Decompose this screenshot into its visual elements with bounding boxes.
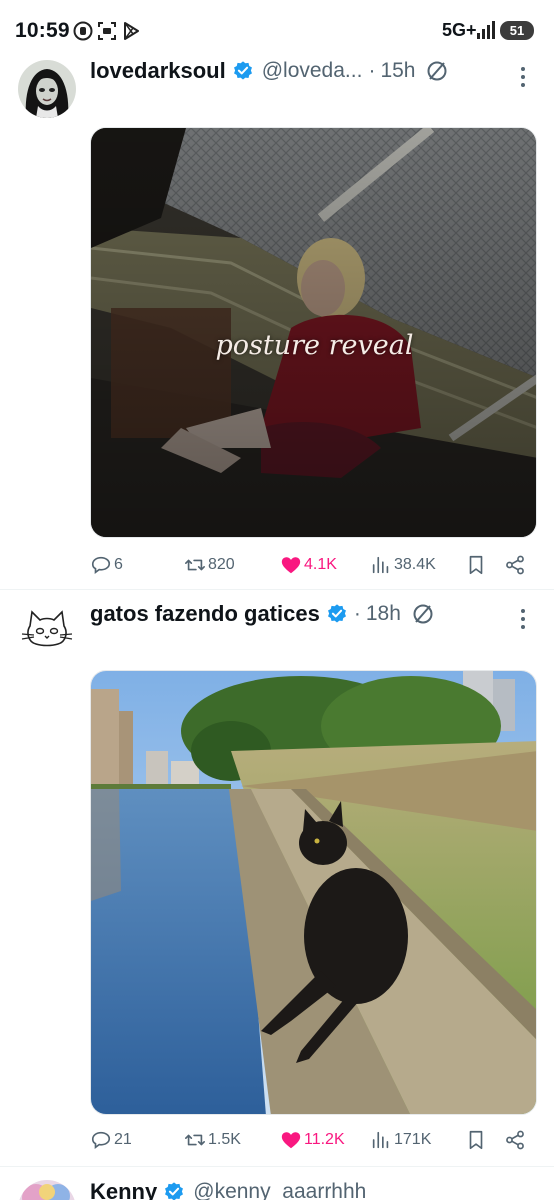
bookmark-icon (469, 555, 483, 575)
views-icon (372, 1131, 389, 1149)
author-handle[interactable]: @kenny_aaarrhhh (193, 1180, 366, 1200)
verified-badge-icon (233, 61, 252, 80)
heart-filled-icon (281, 557, 301, 574)
signal-icon (477, 21, 495, 39)
views-button[interactable]: 171K (370, 1126, 431, 1154)
tweet-time[interactable]: 18h (366, 602, 401, 626)
views-button[interactable]: 38.4K (370, 551, 436, 579)
heart-filled-icon (281, 1132, 301, 1149)
tweet-actions: 21 1.5K 11.2K 171K (90, 1126, 537, 1154)
author-name[interactable]: lovedarksoul (90, 58, 226, 84)
verified-badge-icon (327, 604, 346, 623)
avatar[interactable] (18, 60, 76, 118)
tweet-header: Kenny @kenny_aaarrhhh (90, 1176, 366, 1200)
more-options-icon[interactable] (517, 606, 529, 632)
status-bar: 10:59 5G+ 51 (0, 0, 554, 62)
views-count: 38.4K (394, 556, 436, 573)
threads-icon (73, 21, 93, 41)
more-options-icon[interactable] (517, 64, 529, 90)
views-icon (372, 556, 389, 574)
like-button[interactable]: 4.1K (280, 551, 337, 579)
avatar[interactable] (18, 604, 76, 662)
cat-doodle-avatar-icon (21, 610, 73, 647)
divider (0, 1166, 554, 1167)
verified-badge-icon (165, 1182, 184, 1200)
separator-dot: · (353, 602, 361, 625)
separator-dot: · (368, 59, 376, 82)
author-handle[interactable]: @loveda... (262, 59, 363, 83)
grok-icon[interactable] (425, 59, 449, 83)
reply-icon (91, 1131, 111, 1149)
tweet-actions: 6 820 4.1K 38.4K (90, 551, 537, 579)
bookmark-button[interactable] (465, 551, 489, 579)
avatar[interactable] (18, 1180, 76, 1200)
bookmark-button[interactable] (465, 1126, 489, 1154)
reply-button[interactable]: 21 (90, 1126, 132, 1154)
share-icon (506, 1130, 524, 1150)
retweet-icon (185, 559, 205, 571)
retweet-button[interactable]: 820 (184, 551, 235, 579)
like-count: 11.2K (304, 1131, 345, 1148)
screen-record-icon (98, 22, 116, 40)
retweet-count: 1.5K (208, 1131, 241, 1148)
like-count: 4.1K (304, 556, 337, 573)
share-icon (506, 555, 524, 575)
retweet-icon (185, 1134, 205, 1146)
reply-count: 21 (114, 1131, 132, 1148)
retweet-count: 820 (208, 556, 235, 573)
play-store-icon (124, 22, 139, 40)
tweet-header: gatos fazendo gatices · 18h (90, 598, 435, 630)
gothic-girl-avatar-icon (18, 60, 76, 118)
grok-icon[interactable] (411, 602, 435, 626)
author-name[interactable]: gatos fazendo gatices (90, 601, 320, 627)
tweet-media[interactable]: posture reveal (90, 127, 537, 538)
views-count: 171K (394, 1131, 432, 1148)
reply-button[interactable]: 6 (90, 551, 123, 579)
tweet-time[interactable]: 15h (380, 59, 415, 83)
share-button[interactable] (504, 551, 528, 579)
retweet-button[interactable]: 1.5K (184, 1126, 241, 1154)
bookmark-icon (469, 1130, 483, 1150)
colorful-avatar-icon (18, 1180, 76, 1200)
divider (0, 589, 554, 590)
share-button[interactable] (504, 1126, 528, 1154)
black-cat-by-canal-photo-icon (91, 671, 536, 1114)
media-caption: posture reveal (215, 330, 414, 361)
like-button[interactable]: 11.2K (280, 1126, 345, 1154)
tweet-header: lovedarksoul @loveda... · 15h (90, 55, 449, 87)
author-name[interactable]: Kenny (90, 1179, 157, 1200)
reply-count: 6 (114, 556, 123, 573)
tweet-media[interactable] (90, 670, 537, 1115)
battery-icon: 51 (500, 21, 534, 40)
reply-icon (91, 556, 111, 574)
status-time: 10:59 (15, 19, 70, 42)
network-type: 5G+ (442, 20, 477, 40)
